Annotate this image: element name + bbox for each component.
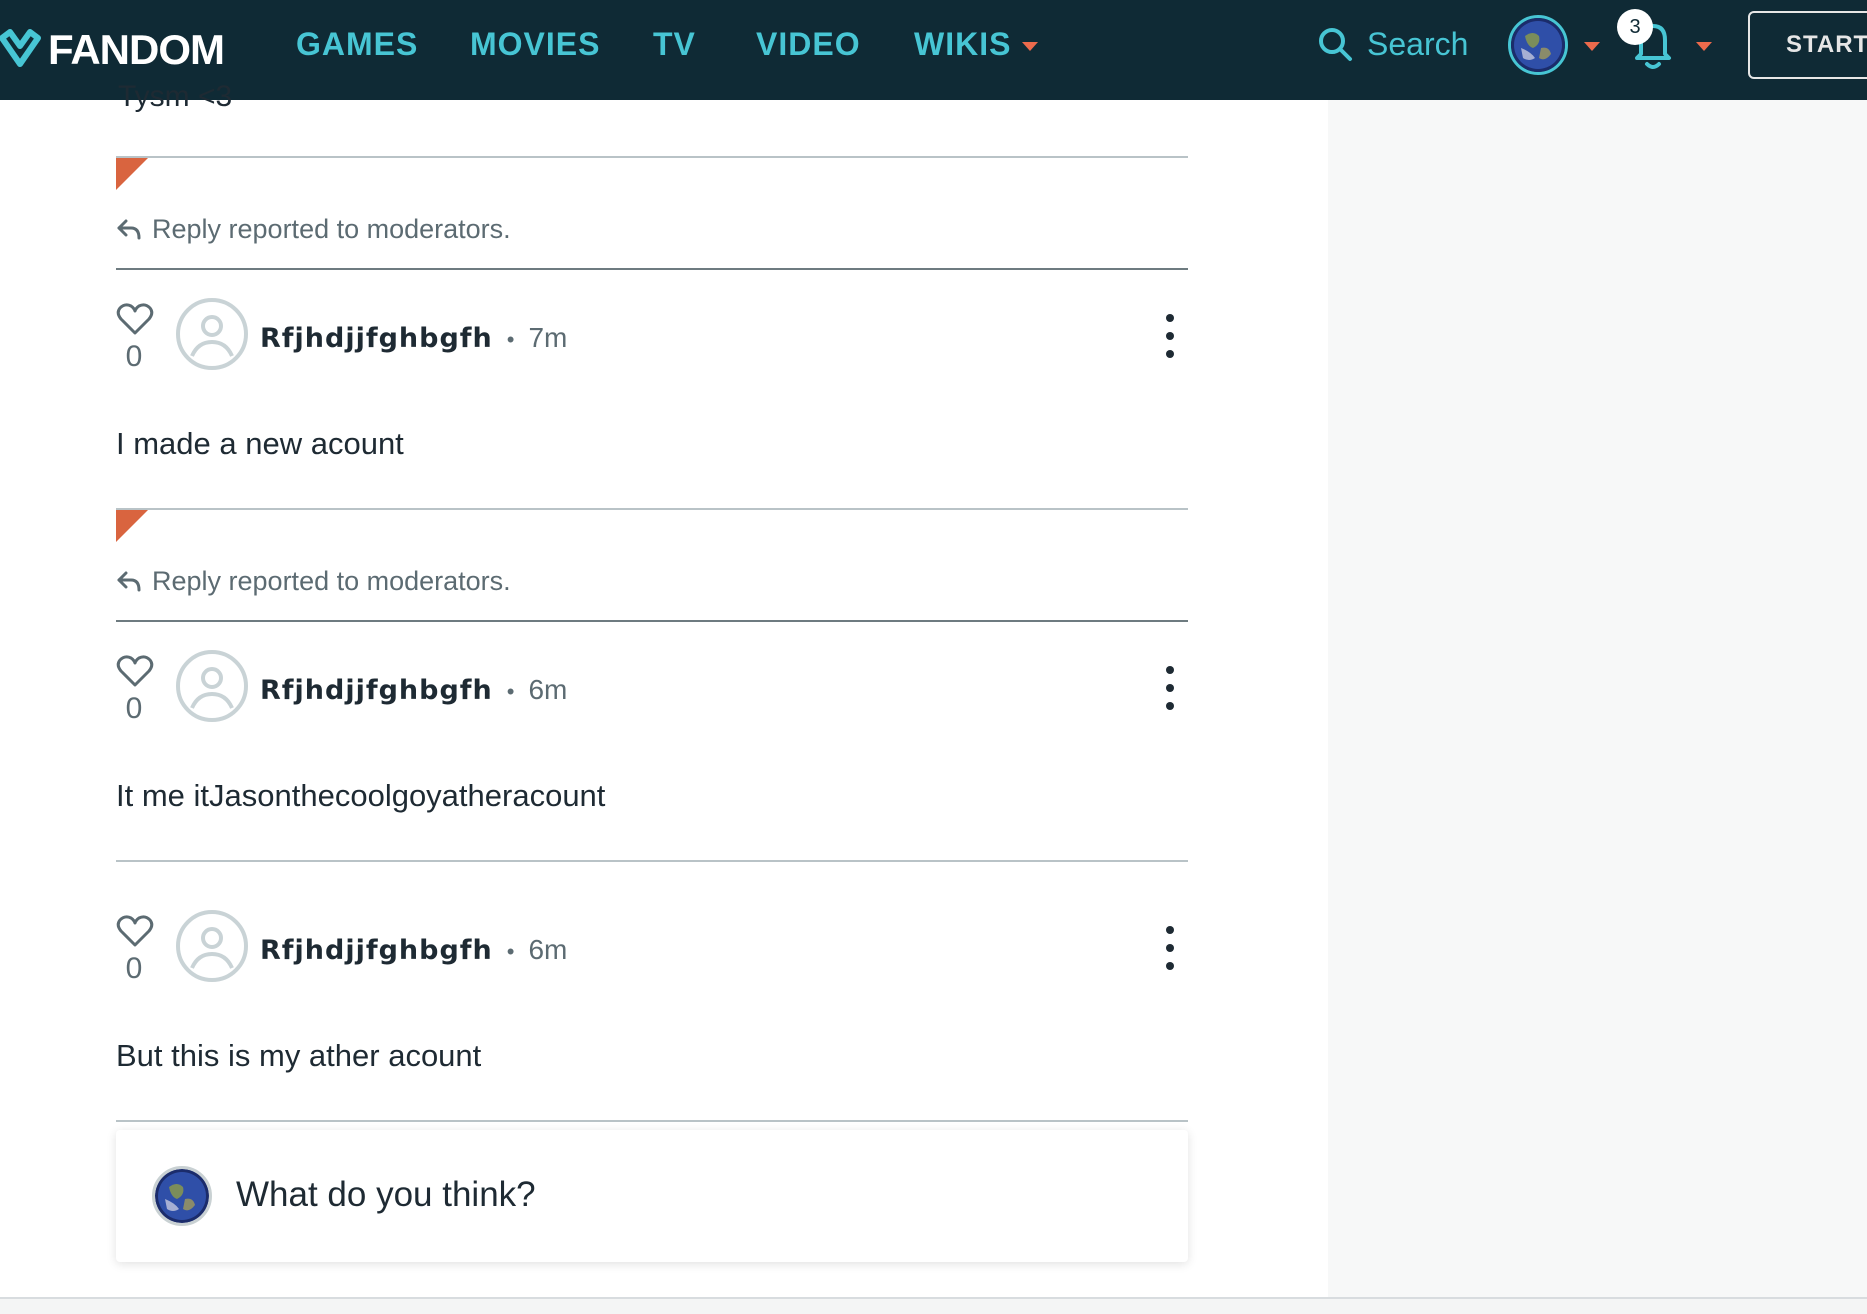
divider (116, 156, 1188, 158)
reported-text: Reply reported to moderators. (152, 214, 511, 244)
globe-avatar-icon (155, 1169, 209, 1223)
previous-post-text: Tysm <3 (118, 80, 233, 113)
flag-icon (116, 158, 148, 190)
kebab-menu-icon[interactable] (1160, 314, 1180, 358)
user-avatar-menu[interactable] (1508, 15, 1568, 75)
reply-body: It me itJasonthecoolgoyatheracount (116, 778, 606, 813)
wikis-caret-icon[interactable] (1022, 42, 1038, 51)
divider (116, 1120, 1188, 1122)
nav-link-wikis[interactable]: WIKIS (914, 24, 1011, 64)
user-placeholder-icon[interactable] (176, 298, 248, 370)
timestamp: 7m (528, 322, 568, 353)
timestamp: 6m (528, 934, 568, 965)
meta-separator: • (506, 939, 515, 964)
thread-content: Tysm <3 Reply reported to moderators. 0 … (0, 80, 1328, 1298)
reply-body: I made a new acount (116, 426, 404, 461)
like-count: 0 (125, 692, 143, 725)
user-placeholder-icon[interactable] (176, 910, 248, 982)
notifications-caret-icon[interactable] (1696, 42, 1712, 51)
user-placeholder-icon[interactable] (176, 650, 248, 722)
like-count: 0 (125, 952, 143, 985)
reply-body: But this is my ather acount (116, 1038, 482, 1073)
username-link[interactable]: Rfjhdjjfghbgfh (260, 935, 493, 966)
flag-icon (116, 510, 148, 542)
kebab-menu-icon[interactable] (1160, 666, 1180, 710)
reported-text: Reply reported to moderators. (152, 566, 511, 596)
logo-text: FANDOM (48, 26, 225, 73)
reply-meta: Rfjhdjjfghbgfh • 6m (260, 674, 567, 706)
reply-arrow-icon (117, 571, 141, 591)
divider (116, 620, 1188, 622)
search-label: Search (1367, 26, 1469, 62)
divider (116, 268, 1188, 270)
right-rail (1328, 100, 1867, 1298)
nav-link-games[interactable]: GAMES (296, 24, 418, 64)
meta-separator: • (506, 679, 515, 704)
notification-count-badge: 3 (1617, 9, 1653, 45)
start-a-wiki-button[interactable]: START (1748, 11, 1867, 79)
reply-meta: Rfjhdjjfghbgfh • 6m (260, 934, 567, 966)
reply-meta: Rfjhdjjfghbgfh • 7m (260, 322, 567, 354)
username-link[interactable]: Rfjhdjjfghbgfh (260, 323, 493, 354)
like-count: 0 (125, 340, 143, 373)
divider (116, 860, 1188, 862)
globe-avatar-icon (1511, 18, 1565, 72)
heart-icon[interactable] (116, 914, 154, 948)
nav-link-movies[interactable]: MOVIES (470, 24, 600, 64)
search-icon (1319, 28, 1352, 61)
timestamp: 6m (528, 674, 568, 705)
top-navigation-bar: FANDOM GAMES MOVIES TV VIDEO WIKIS Searc… (0, 0, 1867, 100)
fandom-thread-page: FANDOM GAMES MOVIES TV VIDEO WIKIS Searc… (0, 0, 1867, 1314)
kebab-menu-icon[interactable] (1160, 926, 1180, 970)
meta-separator: • (506, 327, 515, 352)
nav-link-tv[interactable]: TV (653, 24, 696, 64)
heart-icon[interactable] (116, 302, 154, 336)
heart-icon[interactable] (116, 654, 154, 688)
composer-placeholder: What do you think? (236, 1175, 536, 1214)
reported-notice[interactable]: Reply reported to moderators. (116, 214, 511, 245)
reply-arrow-icon (117, 219, 141, 239)
nav-link-video[interactable]: VIDEO (756, 24, 861, 64)
composer-avatar (152, 1166, 212, 1226)
reported-notice[interactable]: Reply reported to moderators. (116, 566, 511, 597)
username-link[interactable]: Rfjhdjjfghbgfh (260, 675, 493, 706)
reply-composer[interactable]: What do you think? (116, 1130, 1188, 1262)
fandom-logo[interactable]: FANDOM (0, 20, 225, 80)
page-footer-edge (0, 1297, 1867, 1314)
fandom-logo-icon (0, 29, 41, 67)
search-button[interactable]: Search (1317, 24, 1468, 64)
avatar-caret-icon[interactable] (1584, 42, 1600, 51)
divider (116, 508, 1188, 510)
